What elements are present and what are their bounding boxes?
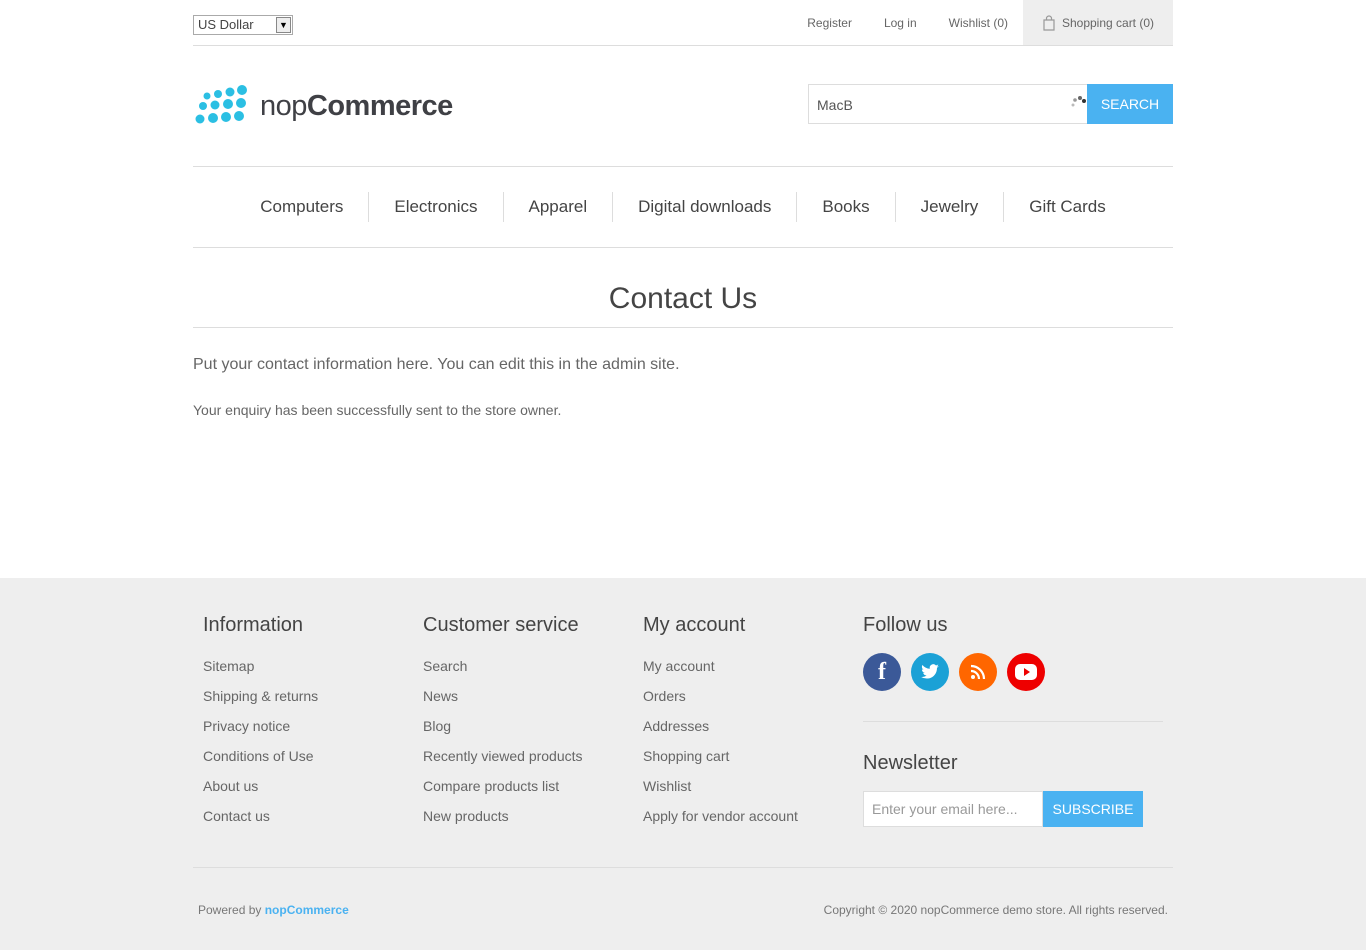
currency-value: US Dollar: [198, 17, 254, 32]
footer-link-blog[interactable]: Blog: [423, 717, 583, 747]
enquiry-result-message: Your enquiry has been successfully sent …: [193, 402, 562, 418]
menu-item-apparel[interactable]: Apparel: [502, 192, 613, 222]
nopcommerce-logo-icon: [195, 85, 247, 124]
store-logo[interactable]: nopCommerce: [194, 84, 453, 128]
logo-text: nopCommerce: [260, 89, 453, 122]
header-links-bar: US Dollar ▼ Register Log in Wishlist (0)…: [193, 0, 1173, 46]
footer-follow-title: Follow us: [863, 614, 948, 636]
menu-item-electronics[interactable]: Electronics: [368, 192, 502, 222]
footer-bottom: Powered by nopCommerce Copyright © 2020 …: [193, 867, 1173, 950]
newsletter-form: Enter your email here... SUBSCRIBE: [863, 791, 1163, 827]
footer-link-my-account[interactable]: My account: [643, 657, 798, 687]
dropdown-arrow-icon: ▼: [276, 17, 291, 33]
currency-selector[interactable]: US Dollar ▼: [193, 15, 293, 35]
follow-divider: [863, 721, 1163, 722]
footer-link-search[interactable]: Search: [423, 657, 583, 687]
top-menu: Computers Electronics Apparel Digital do…: [193, 166, 1173, 248]
login-link[interactable]: Log in: [884, 16, 917, 30]
nopcommerce-link[interactable]: nopCommerce: [265, 903, 349, 917]
contact-topic-text: Put your contact information here. You c…: [193, 356, 680, 373]
footer: Information Sitemap Shipping & returns P…: [0, 578, 1366, 950]
register-link[interactable]: Register: [807, 16, 852, 30]
footer-follow-column: Follow us f Newsletter Enter your email …: [863, 614, 1163, 827]
powered-by: Powered by nopCommerce: [198, 903, 349, 917]
menu-item-gift-cards[interactable]: Gift Cards: [1003, 192, 1131, 222]
footer-customer-service-title: Customer service: [423, 614, 579, 636]
menu-item-digital-downloads[interactable]: Digital downloads: [612, 192, 796, 222]
footer-link-wishlist[interactable]: Wishlist: [643, 777, 798, 807]
footer-link-conditions-of-use[interactable]: Conditions of Use: [203, 747, 318, 777]
youtube-icon[interactable]: [1007, 653, 1045, 691]
search-input[interactable]: MacB: [808, 84, 1088, 124]
footer-link-addresses[interactable]: Addresses: [643, 717, 798, 747]
footer-link-shopping-cart[interactable]: Shopping cart: [643, 747, 798, 777]
shopping-cart-link[interactable]: Shopping cart (0): [1023, 0, 1173, 45]
footer-link-recently-viewed[interactable]: Recently viewed products: [423, 747, 583, 777]
wishlist-link[interactable]: Wishlist (0): [949, 16, 1008, 30]
footer-information-column: Information Sitemap Shipping & returns P…: [203, 614, 318, 837]
copyright-text: Copyright © 2020 nopCommerce demo store.…: [823, 903, 1168, 917]
menu-item-computers[interactable]: Computers: [235, 192, 368, 222]
footer-link-contact-us[interactable]: Contact us: [203, 807, 318, 837]
footer-information-title: Information: [203, 614, 304, 636]
newsletter-title: Newsletter: [863, 752, 958, 774]
header-links: Register Log in Wishlist (0) Shopping ca…: [807, 0, 1173, 45]
footer-link-new-products[interactable]: New products: [423, 807, 583, 837]
powered-by-label: Powered by: [198, 903, 262, 917]
footer-link-shipping-returns[interactable]: Shipping & returns: [203, 687, 318, 717]
twitter-icon[interactable]: [911, 653, 949, 691]
footer-customer-service-column: Customer service Search News Blog Recent…: [423, 614, 583, 837]
subscribe-button[interactable]: SUBSCRIBE: [1043, 791, 1143, 827]
footer-link-vendor-account[interactable]: Apply for vendor account: [643, 807, 798, 837]
footer-my-account-column: My account My account Orders Addresses S…: [643, 614, 798, 837]
menu-item-jewelry[interactable]: Jewelry: [894, 192, 1004, 222]
footer-link-sitemap[interactable]: Sitemap: [203, 657, 318, 687]
page-title: Contact Us: [193, 282, 1173, 328]
footer-link-news[interactable]: News: [423, 687, 583, 717]
footer-link-privacy-notice[interactable]: Privacy notice: [203, 717, 318, 747]
footer-link-about-us[interactable]: About us: [203, 777, 318, 807]
newsletter-email-input[interactable]: Enter your email here...: [863, 791, 1043, 827]
search-button[interactable]: SEARCH: [1087, 84, 1173, 124]
footer-link-orders[interactable]: Orders: [643, 687, 798, 717]
shopping-bag-icon: [1043, 14, 1055, 31]
rss-icon[interactable]: [959, 653, 997, 691]
footer-my-account-title: My account: [643, 614, 746, 636]
loading-spinner-icon: [1071, 96, 1086, 107]
facebook-icon[interactable]: f: [863, 653, 901, 691]
menu-item-books[interactable]: Books: [796, 192, 894, 222]
social-links: f: [863, 653, 1163, 691]
footer-link-compare-products[interactable]: Compare products list: [423, 777, 583, 807]
shopping-cart-label: Shopping cart (0): [1061, 15, 1155, 30]
